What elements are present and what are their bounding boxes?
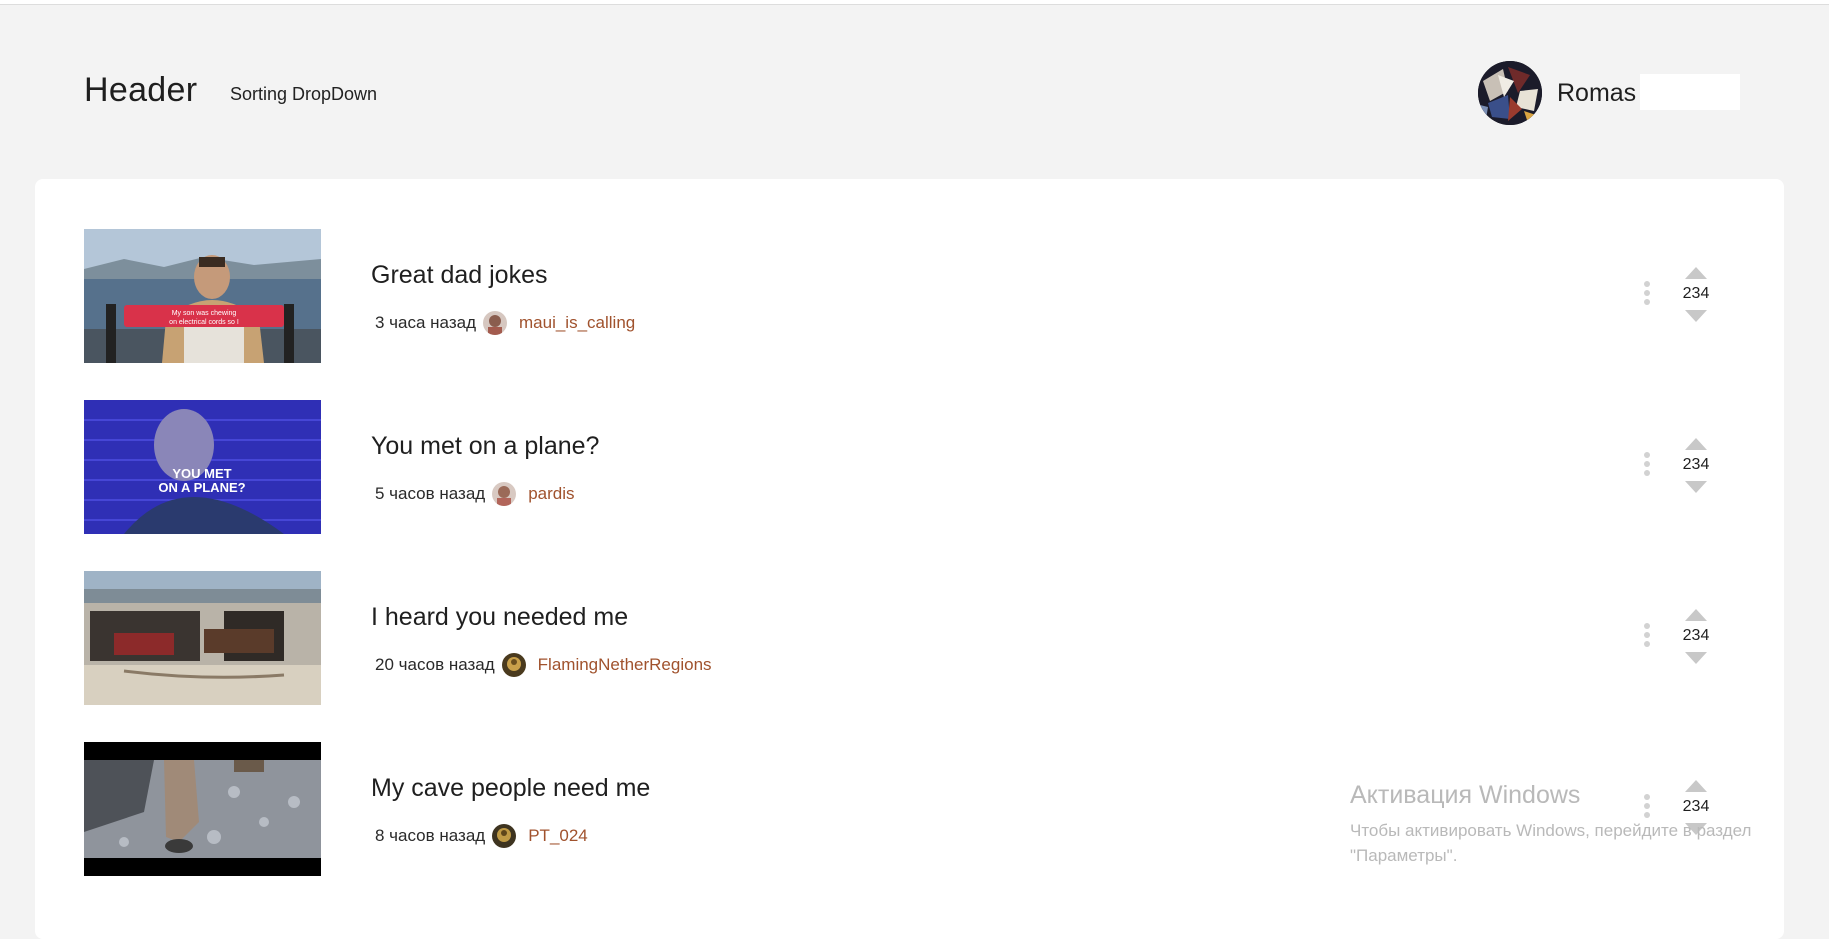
redaction-block bbox=[1640, 74, 1740, 110]
post-meta: 5 часов назад pardis bbox=[375, 480, 575, 508]
post-author-link[interactable]: PT_024 bbox=[528, 826, 588, 846]
header-title: Header bbox=[84, 71, 198, 109]
post-title[interactable]: Great dad jokes bbox=[371, 261, 548, 290]
post-author-link[interactable]: FlamingNetherRegions bbox=[538, 655, 712, 675]
vote-widget: 234 bbox=[1671, 438, 1721, 498]
downvote-arrow-icon[interactable] bbox=[1685, 823, 1707, 835]
author-avatar[interactable] bbox=[492, 824, 517, 848]
vote-widget: 234 bbox=[1671, 780, 1721, 840]
kebab-menu-icon[interactable] bbox=[1639, 794, 1655, 824]
post-thumbnail[interactable]: My son was chewing on electrical cords s… bbox=[84, 229, 321, 363]
post-title[interactable]: My cave people need me bbox=[371, 774, 650, 803]
feed-panel: My son was chewing on electrical cords s… bbox=[35, 179, 1784, 939]
post-title[interactable]: I heard you needed me bbox=[371, 603, 628, 632]
kebab-menu-icon[interactable] bbox=[1639, 281, 1655, 311]
post-item: I heard you needed me 20 часов назад Fla… bbox=[84, 571, 1764, 705]
vote-count: 234 bbox=[1682, 285, 1710, 302]
post-thumbnail[interactable] bbox=[84, 742, 321, 876]
post-meta: 3 часа назад maui_is_calling bbox=[375, 309, 635, 337]
post-author-link[interactable]: maui_is_calling bbox=[519, 313, 635, 333]
downvote-arrow-icon[interactable] bbox=[1685, 310, 1707, 322]
post-thumbnail[interactable] bbox=[84, 571, 321, 705]
thumbnail-caption: ON A PLANE? bbox=[158, 480, 245, 495]
vote-count: 234 bbox=[1682, 456, 1710, 473]
upvote-arrow-icon[interactable] bbox=[1685, 609, 1707, 621]
upvote-arrow-icon[interactable] bbox=[1685, 780, 1707, 792]
post-item: My son was chewing on electrical cords s… bbox=[84, 229, 1764, 363]
thumbnail-caption: YOU MET bbox=[172, 466, 231, 481]
sorting-dropdown[interactable]: Sorting DropDown bbox=[230, 84, 377, 105]
thumbnail-caption: on electrical cords so I bbox=[169, 319, 239, 326]
user-avatar[interactable] bbox=[1478, 61, 1542, 125]
vote-widget: 234 bbox=[1671, 267, 1721, 327]
post-author-link[interactable]: pardis bbox=[528, 484, 574, 504]
post-time: 3 часа назад bbox=[375, 313, 476, 332]
thumbnail-caption: My son was chewing bbox=[172, 310, 237, 317]
vote-widget: 234 bbox=[1671, 609, 1721, 669]
post-meta: 8 часов назад PT_024 bbox=[375, 822, 588, 850]
author-avatar[interactable] bbox=[492, 482, 517, 506]
author-avatar[interactable] bbox=[483, 311, 507, 335]
post-time: 20 часов назад bbox=[375, 655, 495, 674]
post-meta: 20 часов назад FlamingNetherRegions bbox=[375, 651, 712, 679]
post-item: YOU MET ON A PLANE? You met on a plane? … bbox=[84, 400, 1764, 534]
post-item: My cave people need me 8 часов назад PT_… bbox=[84, 742, 1764, 876]
kebab-menu-icon[interactable] bbox=[1639, 623, 1655, 653]
downvote-arrow-icon[interactable] bbox=[1685, 652, 1707, 664]
upvote-arrow-icon[interactable] bbox=[1685, 267, 1707, 279]
downvote-arrow-icon[interactable] bbox=[1685, 481, 1707, 493]
post-thumbnail[interactable]: YOU MET ON A PLANE? bbox=[84, 400, 321, 534]
vote-count: 234 bbox=[1682, 627, 1710, 644]
upvote-arrow-icon[interactable] bbox=[1685, 438, 1707, 450]
post-time: 8 часов назад bbox=[375, 826, 486, 845]
post-title[interactable]: You met on a plane? bbox=[371, 432, 599, 461]
post-time: 5 часов назад bbox=[375, 484, 486, 503]
author-avatar[interactable] bbox=[501, 653, 526, 677]
vote-count: 234 bbox=[1682, 798, 1710, 815]
user-name: Romas bbox=[1557, 78, 1637, 107]
page-header: Header Sorting DropDown Romas bbox=[0, 5, 1829, 175]
kebab-menu-icon[interactable] bbox=[1639, 452, 1655, 482]
